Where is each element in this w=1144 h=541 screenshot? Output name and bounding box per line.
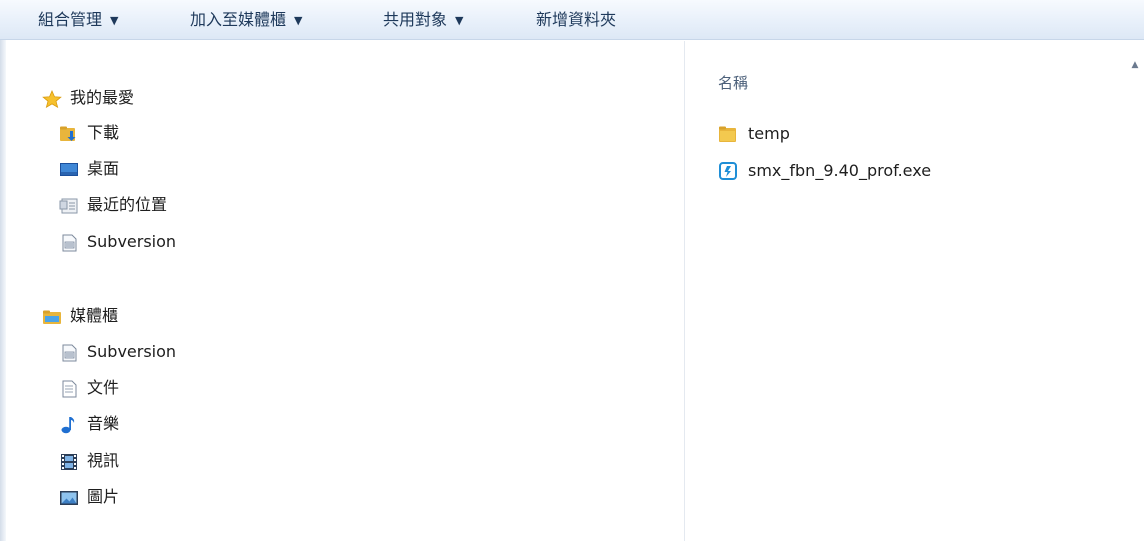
command-toolbar: 組合管理 ▼ 加入至媒體櫃 ▼ 共用對象 ▼ 新增資料夾 [0,0,1144,40]
nav-item-label: 視訊 [87,451,120,470]
document-icon [59,342,79,361]
nav-favorites[interactable]: 我的最愛 [42,83,134,113]
nav-libraries-label: 媒體櫃 [70,306,119,325]
organize-label: 組合管理 [38,10,103,29]
recent-places-icon [59,195,79,213]
nav-libraries[interactable]: 媒體櫃 [42,301,118,331]
nav-favorites-label: 我的最愛 [70,88,135,107]
chevron-down-icon: ▼ [455,14,464,27]
add-to-library-button[interactable]: 加入至媒體櫃 ▼ [190,0,302,40]
nav-item-label: 桌面 [87,159,120,178]
document-icon [59,232,79,251]
chevron-down-icon: ▼ [110,14,119,27]
new-folder-label: 新增資料夾 [536,10,617,29]
nav-item-label: 音樂 [87,414,120,433]
nav-item-label: 文件 [87,378,120,397]
chevron-down-icon: ▼ [294,14,303,27]
new-folder-button[interactable]: 新增資料夾 [536,0,616,40]
nav-item-documents[interactable]: 文件 [59,373,119,403]
file-row-exe[interactable]: smx_fbn_9.40_prof.exe [718,157,931,185]
nav-item-label: 最近的位置 [87,195,168,214]
documents-icon [59,378,79,397]
folder-icon [718,124,738,142]
video-film-icon [59,451,79,470]
music-note-icon [59,414,79,433]
nav-item-label: Subversion [87,232,177,251]
add-to-library-label: 加入至媒體櫃 [190,10,287,29]
nav-item-library-subversion[interactable]: Subversion [59,337,176,367]
star-icon [42,88,62,108]
executable-icon [718,161,738,180]
downloads-folder-icon [59,123,79,141]
scroll-up-arrow-icon[interactable]: ▲ [1130,60,1140,70]
organize-button[interactable]: 組合管理 ▼ [38,0,118,40]
nav-item-pictures[interactable]: 圖片 [59,482,119,512]
share-with-label: 共用對象 [383,10,448,29]
file-name: temp [748,124,790,143]
nav-item-recent-places[interactable]: 最近的位置 [59,190,167,220]
nav-item-label: 圖片 [87,487,120,506]
library-icon [42,306,62,324]
share-with-button[interactable]: 共用對象 ▼ [383,0,463,40]
nav-item-music[interactable]: 音樂 [59,409,119,439]
file-name: smx_fbn_9.40_prof.exe [748,161,932,180]
desktop-icon [59,159,79,177]
nav-item-subversion[interactable]: Subversion [59,227,176,257]
column-header-name[interactable]: 名稱 [718,72,748,93]
pictures-icon [59,487,79,505]
nav-item-videos[interactable]: 視訊 [59,446,119,476]
file-list-pane [685,41,1144,541]
nav-item-label: Subversion [87,342,177,361]
nav-item-downloads[interactable]: 下載 [59,118,119,148]
nav-item-label: 下載 [87,123,120,142]
nav-item-desktop[interactable]: 桌面 [59,154,119,184]
file-row-temp[interactable]: temp [718,120,790,148]
